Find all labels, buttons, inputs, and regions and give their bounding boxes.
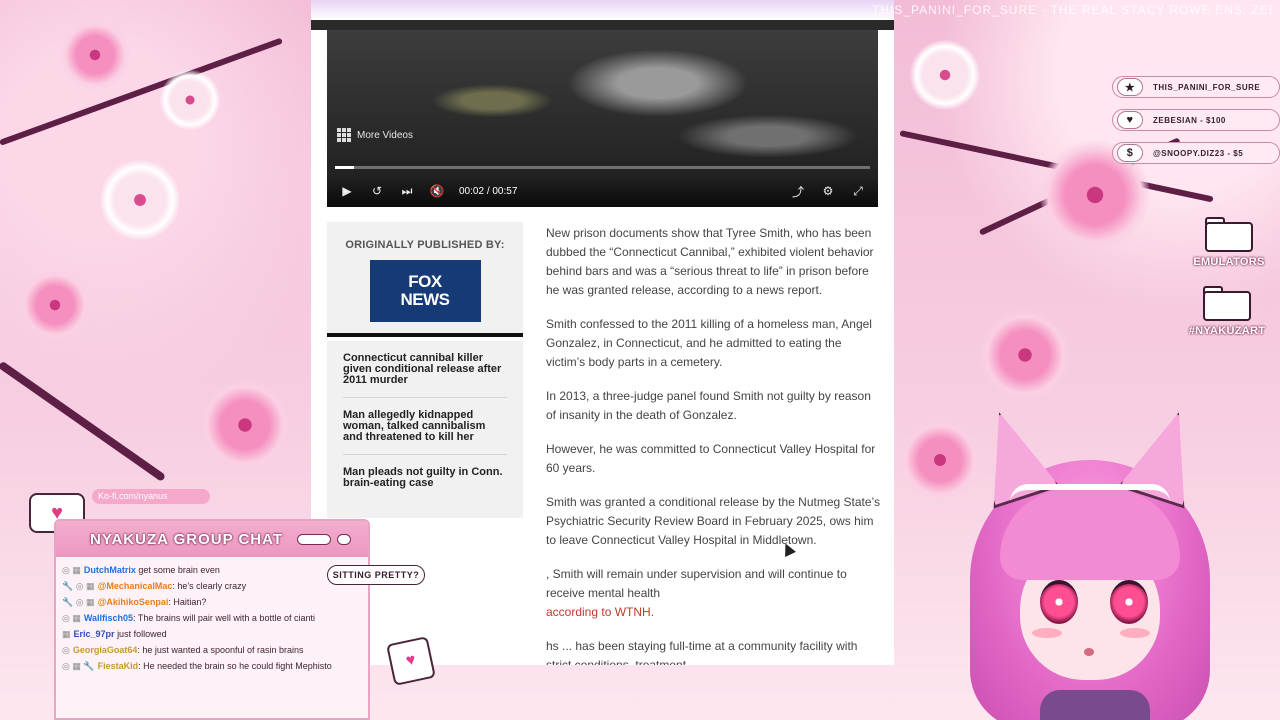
chat-title: NYAKUZA GROUP CHAT bbox=[90, 530, 284, 548]
chat-window: NYAKUZA GROUP CHAT ◎ ▦ DutchMatrix get so… bbox=[54, 519, 370, 720]
skip-next-icon[interactable]: ⏭ bbox=[399, 184, 415, 199]
recent-events-ticker: THIS_PANINI_FOR_SURE · THE REAL STACY RO… bbox=[872, 3, 1272, 17]
fox-news-logo[interactable]: FOX NEWS bbox=[369, 260, 481, 322]
blossom-decoration bbox=[20, 270, 90, 340]
avatar-blush bbox=[1032, 628, 1062, 638]
related-articles: Connecticut cannibal killer given condit… bbox=[327, 341, 523, 518]
article-paragraph: New prison documents show that Tyree Smi… bbox=[546, 226, 874, 297]
avatar-bangs bbox=[1000, 490, 1180, 580]
blossom-decoration bbox=[980, 310, 1070, 400]
article-paragraph: In 2013, a three-judge panel found Smith… bbox=[546, 389, 871, 422]
star-icon: ★ bbox=[1117, 78, 1143, 96]
video-progress-bar[interactable] bbox=[335, 166, 870, 169]
chat-message: ◎ ▦ 🔧 FiestaKid: He needed the brain so h… bbox=[62, 661, 332, 671]
more-videos-button[interactable]: More Videos bbox=[337, 128, 413, 142]
article-paragraph: However, he was committed to Connecticut… bbox=[546, 442, 876, 475]
love-letter-icon: ♥ bbox=[386, 636, 436, 686]
folder-icon bbox=[1203, 283, 1251, 321]
time-current: 00:02 bbox=[459, 185, 485, 197]
fullscreen-icon[interactable]: ⤢ bbox=[850, 184, 866, 199]
folder-label: EMULATORS bbox=[1193, 256, 1265, 268]
avatar-headband bbox=[1010, 484, 1170, 502]
avatar-collar bbox=[1040, 690, 1150, 720]
heart-icon: ♥ bbox=[1117, 111, 1143, 129]
related-article-link[interactable]: Man allegedly kidnapped woman, talked ca… bbox=[343, 410, 507, 455]
avatar-eye-left bbox=[1040, 580, 1078, 624]
alert-follower: ★ THIS_PANINI_FOR_SURE bbox=[1112, 76, 1280, 98]
video-progress-fill bbox=[335, 166, 354, 169]
window-pill-control bbox=[297, 533, 332, 545]
originally-published-box: ORIGINALLY PUBLISHED BY: FOX NEWS bbox=[327, 222, 523, 337]
avatar-eye-right bbox=[1110, 580, 1148, 624]
chat-messages: ◎ ▦ DutchMatrix get some brain even 🔧 ◎ ▦… bbox=[56, 557, 368, 674]
published-label: ORIGINALLY PUBLISHED BY: bbox=[345, 239, 505, 251]
blossom-decoration bbox=[200, 380, 290, 470]
article-body: New prison documents show that Tyree Smi… bbox=[546, 224, 881, 665]
avatar-mouth bbox=[1084, 648, 1094, 656]
folder-emulators[interactable]: EMULATORS bbox=[1184, 214, 1274, 268]
chat-message: 🔧 ◎ ▦ @MechanicalMac: he's clearly crazy bbox=[62, 581, 247, 591]
blossom-decoration bbox=[100, 160, 180, 240]
video-controls: ▶ ↺ ⏭ 🔇 00:02 / 00:57 ⤴ ⚙ ⤢ bbox=[327, 175, 878, 207]
chat-header: NYAKUZA GROUP CHAT bbox=[56, 521, 368, 557]
time-total: 00:57 bbox=[492, 185, 518, 197]
video-time: 00:02 / 00:57 bbox=[459, 186, 517, 197]
volume-muted-icon[interactable]: 🔇 bbox=[429, 184, 445, 198]
chat-speech-bubble: SITTING PRETTY? bbox=[327, 565, 425, 585]
alert-tip: $ @SNOOPY.DIZ23 - $5 bbox=[1112, 142, 1280, 164]
folder-label: #NYAKUZART bbox=[1188, 325, 1266, 337]
browser-tab-strip bbox=[311, 0, 894, 20]
alert-text: ZEBESIAN - $100 bbox=[1153, 115, 1226, 125]
article-paragraph: Smith confessed to the 2011 killing of a… bbox=[546, 317, 872, 369]
related-article-link[interactable]: Man pleads not guilty in Conn. brain-eat… bbox=[343, 467, 507, 500]
play-icon[interactable]: ▶ bbox=[339, 184, 355, 198]
blossom-decoration bbox=[60, 20, 130, 90]
alert-text: @SNOOPY.DIZ23 - $5 bbox=[1153, 148, 1244, 158]
dollar-icon: $ bbox=[1117, 144, 1143, 162]
folder-icon bbox=[1205, 214, 1253, 252]
replay-icon[interactable]: ↺ bbox=[369, 184, 385, 198]
time-separator: / bbox=[486, 185, 490, 197]
kofi-link[interactable]: Ko-fi.com/nyanus bbox=[92, 489, 210, 504]
related-article-link[interactable]: Connecticut cannibal killer given condit… bbox=[343, 353, 507, 398]
article-paragraph: hs ... has been staying full-time at a c… bbox=[546, 639, 858, 665]
support-alerts: ★ THIS_PANINI_FOR_SURE ♥ ZEBESIAN - $100… bbox=[1112, 76, 1280, 175]
video-player[interactable]: More Videos ▶ ↺ ⏭ 🔇 00:02 / 00:57 ⤴ ⚙ ⤢ bbox=[327, 30, 878, 207]
alert-text: THIS_PANINI_FOR_SURE bbox=[1153, 82, 1261, 92]
avatar-blush bbox=[1120, 628, 1150, 638]
share-icon[interactable]: ⤴ bbox=[790, 183, 806, 200]
chat-message: ◎ ▦ DutchMatrix get some brain even bbox=[62, 565, 220, 575]
alert-donation: ♥ ZEBESIAN - $100 bbox=[1112, 109, 1280, 131]
chat-message: ◎ GeorgiaGoat64: he just wanted a spoonfu… bbox=[62, 645, 304, 655]
wtnh-link[interactable]: according to WTNH. bbox=[546, 605, 654, 619]
blossom-decoration bbox=[910, 40, 980, 110]
chat-message: ▦ Eric_97pr just followed bbox=[62, 629, 167, 639]
grid-icon bbox=[337, 128, 351, 142]
blossom-decoration bbox=[160, 70, 220, 130]
article-paragraph: Smith was granted a conditional release … bbox=[546, 495, 880, 547]
vtuber-avatar bbox=[940, 400, 1240, 720]
chat-message: ◎ ▦ Wallfisch05: The brains will pair wel… bbox=[62, 613, 315, 623]
article-paragraph: , Smith will remain under supervision an… bbox=[546, 567, 847, 619]
settings-gear-icon[interactable]: ⚙ bbox=[820, 184, 836, 198]
window-dot-control bbox=[337, 533, 352, 545]
more-videos-label: More Videos bbox=[357, 129, 413, 141]
folder-nyakuzart[interactable]: #NYAKUZART bbox=[1182, 283, 1272, 337]
chat-message: 🔧 ◎ ▦ @AkihikoSenpai: Haitian? bbox=[62, 597, 207, 607]
